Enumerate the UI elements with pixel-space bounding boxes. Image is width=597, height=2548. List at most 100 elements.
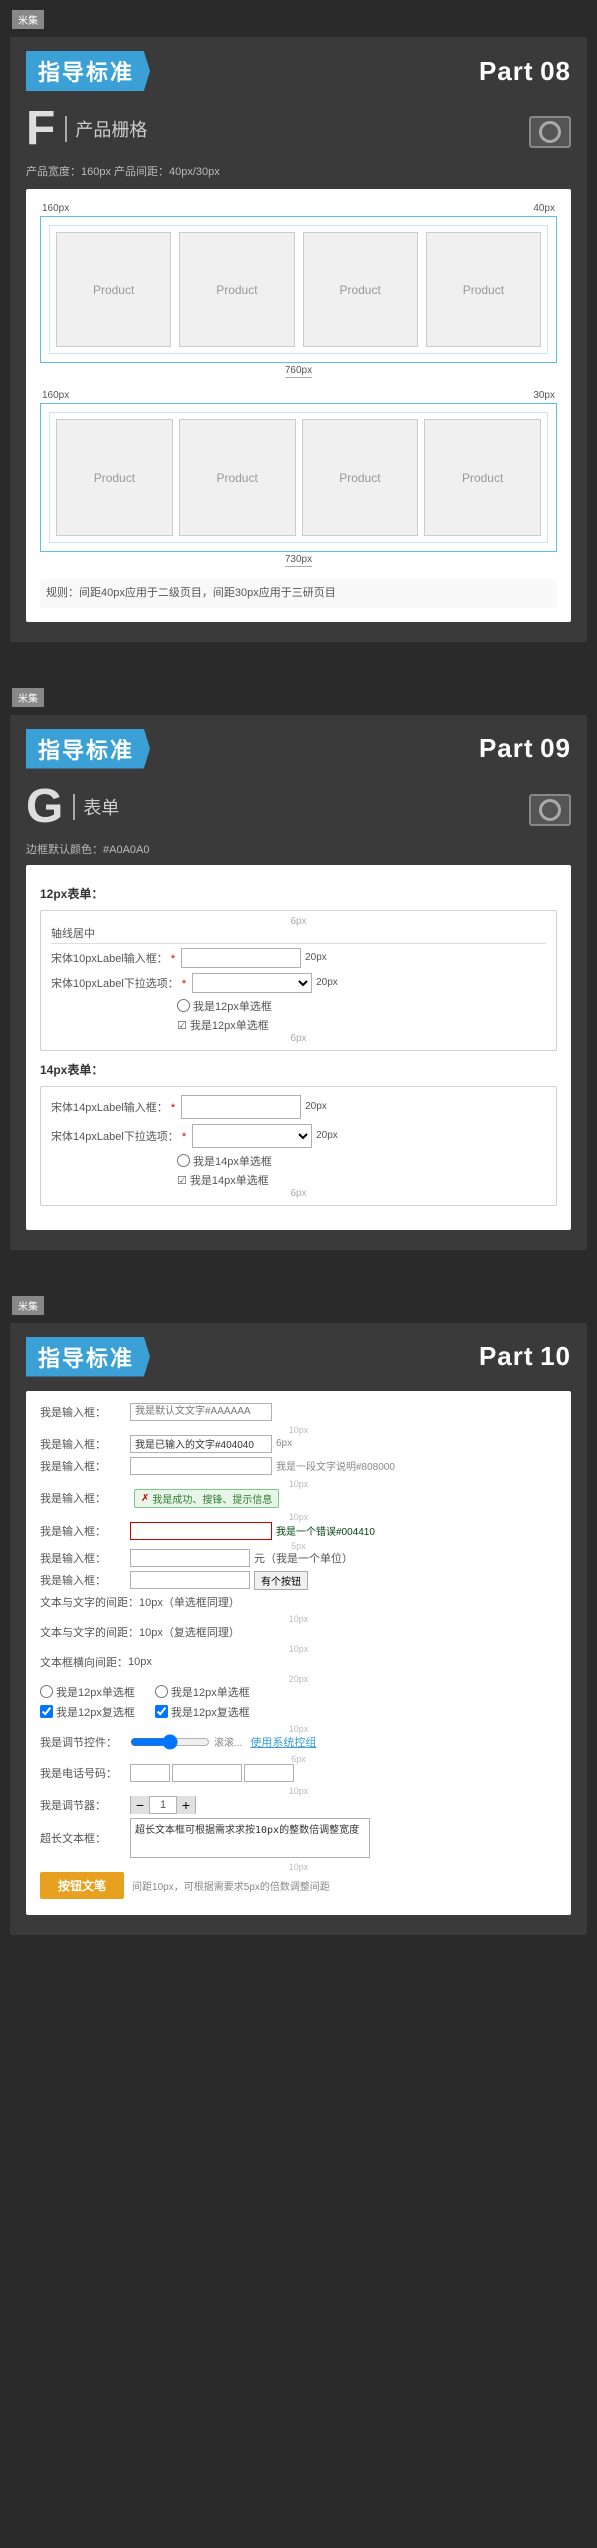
p10-row-unit: 我是输入框： 元（我是一个单位） <box>40 1549 557 1567</box>
p10-checkbox-2[interactable]: 我是12px复选框 <box>155 1704 250 1720</box>
part09-part-word: Part <box>479 733 534 763</box>
p10-hgap-label: 文本框横向间距： <box>40 1654 128 1670</box>
p10-submit-row: 按钮文笔 间距10px，可根据需要求5px的倍数调整间距 <box>40 1872 557 1899</box>
p10-input-unit[interactable] <box>130 1549 250 1567</box>
form14-select-dim: 20px <box>316 1130 338 1141</box>
radio12-input[interactable] <box>177 999 190 1012</box>
gap-6px-p10: 6px <box>40 1754 557 1764</box>
p10-label-3: 我是输入框： <box>40 1458 130 1474</box>
part10-banner: 指导标准 <box>26 1337 150 1377</box>
axis-label: 轴线居中 <box>51 925 546 944</box>
part08-section: 米集 指导标准 Part 08 F 产品栅格 产品宽度：160px 产品间距：4… <box>0 0 597 662</box>
form14-radio[interactable]: 我是14px单选框 <box>177 1153 272 1169</box>
gap-10px-1: 10px <box>40 1425 557 1435</box>
required-star4: * <box>182 1131 186 1143</box>
part08-content: 160px 40px Product Product Product Produ… <box>26 189 571 622</box>
p10-slider-label: 我是调节控件： <box>40 1734 130 1750</box>
p10-slider[interactable] <box>130 1734 210 1750</box>
required-star2: * <box>182 978 186 990</box>
part08-rule: 规则：间距40px应用于二级页目，间距30px应用于三研页目 <box>40 579 557 608</box>
p10-textarea-label: 超长文本框： <box>40 1830 130 1846</box>
p10-row-btn: 我是输入框： 有个按钮 <box>40 1571 557 1590</box>
gap-10px-5: 10px <box>40 1644 557 1654</box>
p10-sys-link[interactable]: 使用系统控组 <box>250 1734 316 1750</box>
gap-10px-3: 10px <box>40 1512 557 1522</box>
p10-checkbox-input-2[interactable] <box>155 1705 168 1718</box>
p10-radio-1[interactable]: 我是12px单选框 <box>40 1684 135 1700</box>
form14-select[interactable] <box>192 1124 312 1148</box>
p10-slider-row: 我是调节控件： 滚滚... 使用系统控组 <box>40 1734 557 1750</box>
p10-radio-2[interactable]: 我是12px单选框 <box>155 1684 250 1700</box>
p10-label-6: 我是输入框： <box>40 1550 130 1566</box>
part10-header: 指导标准 Part 10 <box>26 1337 571 1377</box>
part09-card: 指导标准 Part 09 G 表单 边框默认颜色：#A0A0A0 12px表单：… <box>10 715 587 1250</box>
gap-20px: 20px <box>40 1674 557 1684</box>
p10-tel-2[interactable] <box>172 1764 242 1782</box>
part08-tag: 米集 <box>12 10 44 29</box>
form14-input[interactable] <box>181 1095 301 1119</box>
part09-banner: 指导标准 <box>26 729 150 769</box>
part10-part-num: 10 <box>540 1341 571 1371</box>
form14-input-row: 宋体14pxLabel输入框： * 20px <box>51 1095 546 1119</box>
p10-success-badge: ✗我是成功、搜锋、提示信息 <box>134 1489 279 1508</box>
gap-10px-4: 10px <box>40 1614 557 1624</box>
p10-checkbox-input-1[interactable] <box>40 1705 53 1718</box>
p10-tel-label: 我是电话号码： <box>40 1765 130 1781</box>
p10-stepper-row: 我是调节器： − 1 + <box>40 1796 557 1814</box>
p10-row-success: 我是输入框： ✗我是成功、搜锋、提示信息 <box>40 1489 557 1508</box>
p10-error-note: 我是一个错误#004410 <box>276 1523 375 1538</box>
form14-checkbox[interactable]: ☑ 我是14px单选框 <box>177 1172 269 1188</box>
p10-radio-group: 我是12px单选框 我是12px单选框 <box>40 1684 557 1700</box>
p10-row-placeholder: 我是输入框： <box>40 1403 557 1421</box>
stepper-minus[interactable]: − <box>131 1796 149 1814</box>
p10-label-7: 我是输入框： <box>40 1572 130 1588</box>
grid1-wrapper: 160px 40px Product Product Product Produ… <box>40 203 557 376</box>
p10-input-note[interactable] <box>130 1457 272 1475</box>
grid1-border: Product Product Product Product <box>40 216 557 363</box>
p10-tel-row: 我是电话号码： <box>40 1764 557 1782</box>
p10-input-btn[interactable] <box>130 1571 250 1589</box>
grid2-top-dims: 160px 30px <box>40 390 557 401</box>
part10-card: 指导标准 Part 10 我是输入框： 10px 我是输入框： 6px 我是输 <box>10 1323 587 1935</box>
camera-icon <box>529 116 571 148</box>
grid2-total: 730px <box>40 554 557 565</box>
part08-part-word: Part <box>479 56 534 86</box>
p10-checkbox-1[interactable]: 我是12px复选框 <box>40 1704 135 1720</box>
part08-card: 指导标准 Part 08 F 产品栅格 产品宽度：160px 产品间距：40px… <box>10 37 587 642</box>
p10-inline-button[interactable]: 有个按钮 <box>254 1571 308 1590</box>
part09-tag: 米集 <box>12 688 44 707</box>
required-star: * <box>171 953 175 965</box>
p10-input-error[interactable] <box>130 1522 272 1540</box>
part09-content: 12px表单： 6px 轴线居中 宋体10pxLabel输入框： * 20px … <box>26 865 571 1230</box>
p10-input-placeholder[interactable] <box>130 1403 272 1421</box>
product-item: Product <box>179 419 296 536</box>
part08-header: 指导标准 Part 08 <box>26 51 571 91</box>
p10-radio-input-1[interactable] <box>40 1685 53 1698</box>
p10-textarea-row: 超长文本框： 超长文本框可根据需求求按10px的整数倍调整宽度 <box>40 1818 557 1858</box>
gap-10px-8: 10px <box>40 1862 557 1872</box>
product-item: Product <box>302 419 419 536</box>
p10-input-filled[interactable] <box>130 1435 272 1453</box>
p10-radio-input-2[interactable] <box>155 1685 168 1698</box>
form12-checkbox[interactable]: ☑ 我是12px单选框 <box>177 1017 269 1033</box>
form12-select[interactable] <box>192 973 312 993</box>
part09-section-title: 表单 <box>73 794 119 820</box>
grid1-gap-label: 40px <box>533 203 555 214</box>
part09-section-letter: G 表单 <box>26 783 119 831</box>
p10-textarea[interactable]: 超长文本框可根据需求求按10px的整数倍调整宽度 <box>130 1818 370 1858</box>
p10-tel-3[interactable] <box>244 1764 294 1782</box>
part09-section: 米集 指导标准 Part 09 G 表单 边框默认颜色：#A0A0A0 12px… <box>0 678 597 1270</box>
form14-checkbox-row: ☑ 我是14px单选框 <box>177 1172 546 1188</box>
stepper-plus[interactable]: + <box>177 1796 195 1814</box>
form12-radio[interactable]: 我是12px单选框 <box>177 998 272 1014</box>
grid2-gap-label: 30px <box>533 390 555 401</box>
p10-spacing-label-1: 文本与文字的间距： <box>40 1594 139 1610</box>
p10-submit-button[interactable]: 按钮文笔 <box>40 1872 124 1899</box>
form12-input[interactable] <box>181 948 301 968</box>
part08-section-letter: F 产品栅格 <box>26 105 147 153</box>
p10-tel-1[interactable] <box>130 1764 170 1782</box>
radio14-input[interactable] <box>177 1154 190 1167</box>
grid1-total: 760px <box>40 365 557 376</box>
grid2: Product Product Product Product <box>49 412 548 543</box>
grid1: Product Product Product Product <box>49 225 548 354</box>
